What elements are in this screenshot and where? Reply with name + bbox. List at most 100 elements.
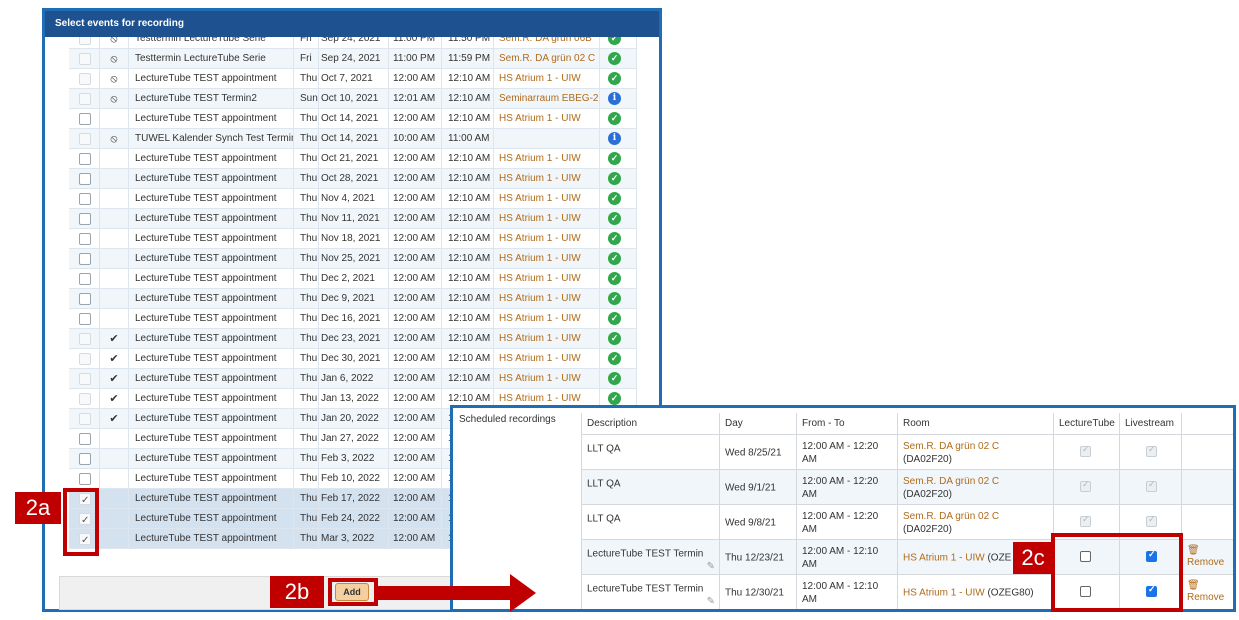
- trash-icon: 🗑: [1187, 580, 1200, 591]
- header-room: Room: [897, 413, 1053, 434]
- status-empty: [100, 189, 129, 209]
- table-row[interactable]: LectureTube TEST appointment Thu Dec 9, 20…: [69, 289, 637, 309]
- lecturetube-checkbox: [1080, 479, 1091, 492]
- recording-room-code: (OZEG80): [987, 587, 1034, 598]
- event-room-link[interactable]: HS Atrium 1 - UIW: [494, 289, 600, 309]
- table-row[interactable]: ✔ LectureTube TEST appointment Thu Dec 23, …: [69, 329, 637, 349]
- select-checkbox[interactable]: [79, 173, 91, 185]
- event-room-link[interactable]: HS Atrium 1 - UIW: [494, 309, 600, 329]
- event-weekday: Thu: [294, 129, 319, 149]
- event-room-link[interactable]: HS Atrium 1 - UIW: [494, 349, 600, 369]
- table-row[interactable]: LectureTube TEST appointment Thu Dec 16, 2…: [69, 309, 637, 329]
- event-status-cell: ✓: [600, 369, 637, 389]
- check-icon: ✔: [100, 349, 129, 369]
- recording-room-link[interactable]: Sem.R. DA grün 02 C: [903, 476, 999, 487]
- event-room-link[interactable]: HS Atrium 1 - UIW: [494, 109, 600, 129]
- event-room-link[interactable]: [494, 129, 600, 149]
- table-row[interactable]: ⦸ LectureTube TEST Termin2 Sun Oct 10, 2021…: [69, 89, 637, 109]
- event-date: Feb 3, 2022: [319, 449, 389, 469]
- select-checkbox[interactable]: [79, 193, 91, 205]
- recording-room-link[interactable]: HS Atrium 1 - UIW: [903, 587, 985, 598]
- event-weekday: Thu: [294, 509, 319, 529]
- table-row[interactable]: LectureTube TEST appointment Thu Nov 18, 2…: [69, 229, 637, 249]
- select-checkbox[interactable]: [79, 233, 91, 245]
- table-row[interactable]: LectureTube TEST appointment Thu Nov 11, 2…: [69, 209, 637, 229]
- event-status-cell: ✓: [600, 49, 637, 69]
- table-row[interactable]: LectureTube TEST appointment Thu Dec 2, 20…: [69, 269, 637, 289]
- select-checkbox[interactable]: [79, 313, 91, 325]
- recording-room-link[interactable]: Sem.R. DA grün 02 C: [903, 511, 999, 522]
- table-row[interactable]: ⦸ TUWEL Kalender Synch Test Termin Thu Oct …: [69, 129, 637, 149]
- event-room-link[interactable]: Sem.R. DA grün 02 C: [494, 49, 600, 69]
- select-checkbox[interactable]: [79, 273, 91, 285]
- event-status-cell: ✓: [600, 289, 637, 309]
- select-checkbox[interactable]: [79, 213, 91, 225]
- select-cell: [69, 369, 100, 389]
- table-row[interactable]: ⦸ Testtermin LectureTube Serie Fri Sep 24, …: [69, 37, 637, 49]
- event-room-link[interactable]: HS Atrium 1 - UIW: [494, 149, 600, 169]
- dialog-title: Select events for recording: [45, 11, 659, 37]
- event-room-link[interactable]: HS Atrium 1 - UIW: [494, 209, 600, 229]
- event-room-link[interactable]: HS Atrium 1 - UIW: [494, 69, 600, 89]
- annotation-2c-box: [1051, 533, 1183, 612]
- event-room-link[interactable]: HS Atrium 1 - UIW: [494, 269, 600, 289]
- event-status-cell: ✓: [600, 349, 637, 369]
- event-status-cell: ✓: [600, 209, 637, 229]
- select-checkbox: [79, 413, 91, 425]
- recording-time-cell: 12:00 AM - 12:20 AM: [796, 470, 897, 505]
- info-status-icon[interactable]: i: [608, 92, 621, 105]
- table-row[interactable]: LectureTube TEST appointment Thu Oct 14, 2…: [69, 109, 637, 129]
- table-row[interactable]: ⦸ LectureTube TEST appointment Thu Oct 7, 2…: [69, 69, 637, 89]
- recording-day-cell: Wed 9/1/21: [719, 470, 796, 505]
- table-row[interactable]: ✔ LectureTube TEST appointment Thu Jan 6, 2…: [69, 369, 637, 389]
- table-row[interactable]: LectureTube TEST appointment Thu Nov 4, 20…: [69, 189, 637, 209]
- remove-button[interactable]: 🗑 Remove: [1187, 580, 1224, 604]
- table-row[interactable]: ✔ LectureTube TEST appointment Thu Dec 30, …: [69, 349, 637, 369]
- select-checkbox: [79, 73, 91, 85]
- table-row[interactable]: ⦸ Testtermin LectureTube Serie Fri Sep 24, …: [69, 49, 637, 69]
- event-room-link[interactable]: Seminarraum EBEG-2: [494, 89, 600, 109]
- event-date: Jan 6, 2022: [319, 369, 389, 389]
- event-description: LectureTube TEST appointment: [129, 389, 294, 409]
- pencil-icon[interactable]: ✎: [707, 596, 715, 607]
- remove-button[interactable]: 🗑 Remove: [1187, 545, 1224, 569]
- event-room-link[interactable]: HS Atrium 1 - UIW: [494, 229, 600, 249]
- annotation-2c-label: 2c: [1013, 542, 1053, 574]
- select-cell: [69, 429, 100, 449]
- recording-room-link[interactable]: Sem.R. DA grün 02 C: [903, 441, 999, 452]
- event-room-link[interactable]: HS Atrium 1 - UIW: [494, 369, 600, 389]
- recording-day: Wed 9/8/21: [725, 517, 776, 528]
- event-weekday: Thu: [294, 429, 319, 449]
- recording-room-link[interactable]: HS Atrium 1 - UIW: [903, 552, 985, 563]
- select-checkbox[interactable]: [79, 453, 91, 465]
- select-checkbox[interactable]: [79, 113, 91, 125]
- select-checkbox[interactable]: [79, 473, 91, 485]
- recording-time: 12:00 AM - 12:20 AM: [802, 510, 879, 535]
- event-end-time: 12:10 AM: [442, 269, 494, 289]
- event-description: LectureTube TEST appointment: [129, 429, 294, 449]
- event-room-link[interactable]: HS Atrium 1 - UIW: [494, 169, 600, 189]
- event-start-time: 12:00 AM: [389, 249, 442, 269]
- recording-description-cell: LLT QA: [581, 470, 719, 505]
- select-cell: [69, 169, 100, 189]
- event-room-link[interactable]: HS Atrium 1 - UIW: [494, 189, 600, 209]
- event-end-time: 11:59 PM: [442, 49, 494, 69]
- header-lecturetube: LectureTube: [1053, 413, 1119, 434]
- pencil-icon[interactable]: ✎: [707, 561, 715, 572]
- select-checkbox[interactable]: [79, 253, 91, 265]
- event-room-link[interactable]: Sem.R. DA grün 06B: [494, 37, 600, 49]
- select-checkbox[interactable]: [79, 433, 91, 445]
- table-row[interactable]: LectureTube TEST appointment Thu Nov 25, 2…: [69, 249, 637, 269]
- event-room-link[interactable]: HS Atrium 1 - UIW: [494, 249, 600, 269]
- select-checkbox[interactable]: [79, 153, 91, 165]
- info-status-icon[interactable]: i: [608, 132, 621, 145]
- event-status-cell: ✓: [600, 249, 637, 269]
- select-checkbox[interactable]: [79, 293, 91, 305]
- event-description: LectureTube TEST appointment: [129, 349, 294, 369]
- event-end-time: 12:10 AM: [442, 329, 494, 349]
- table-row[interactable]: LectureTube TEST appointment Thu Oct 21, 2…: [69, 149, 637, 169]
- event-description: LectureTube TEST appointment: [129, 109, 294, 129]
- table-row[interactable]: LectureTube TEST appointment Thu Oct 28, 2…: [69, 169, 637, 189]
- event-room-link[interactable]: HS Atrium 1 - UIW: [494, 329, 600, 349]
- annotation-arrow: [378, 574, 536, 612]
